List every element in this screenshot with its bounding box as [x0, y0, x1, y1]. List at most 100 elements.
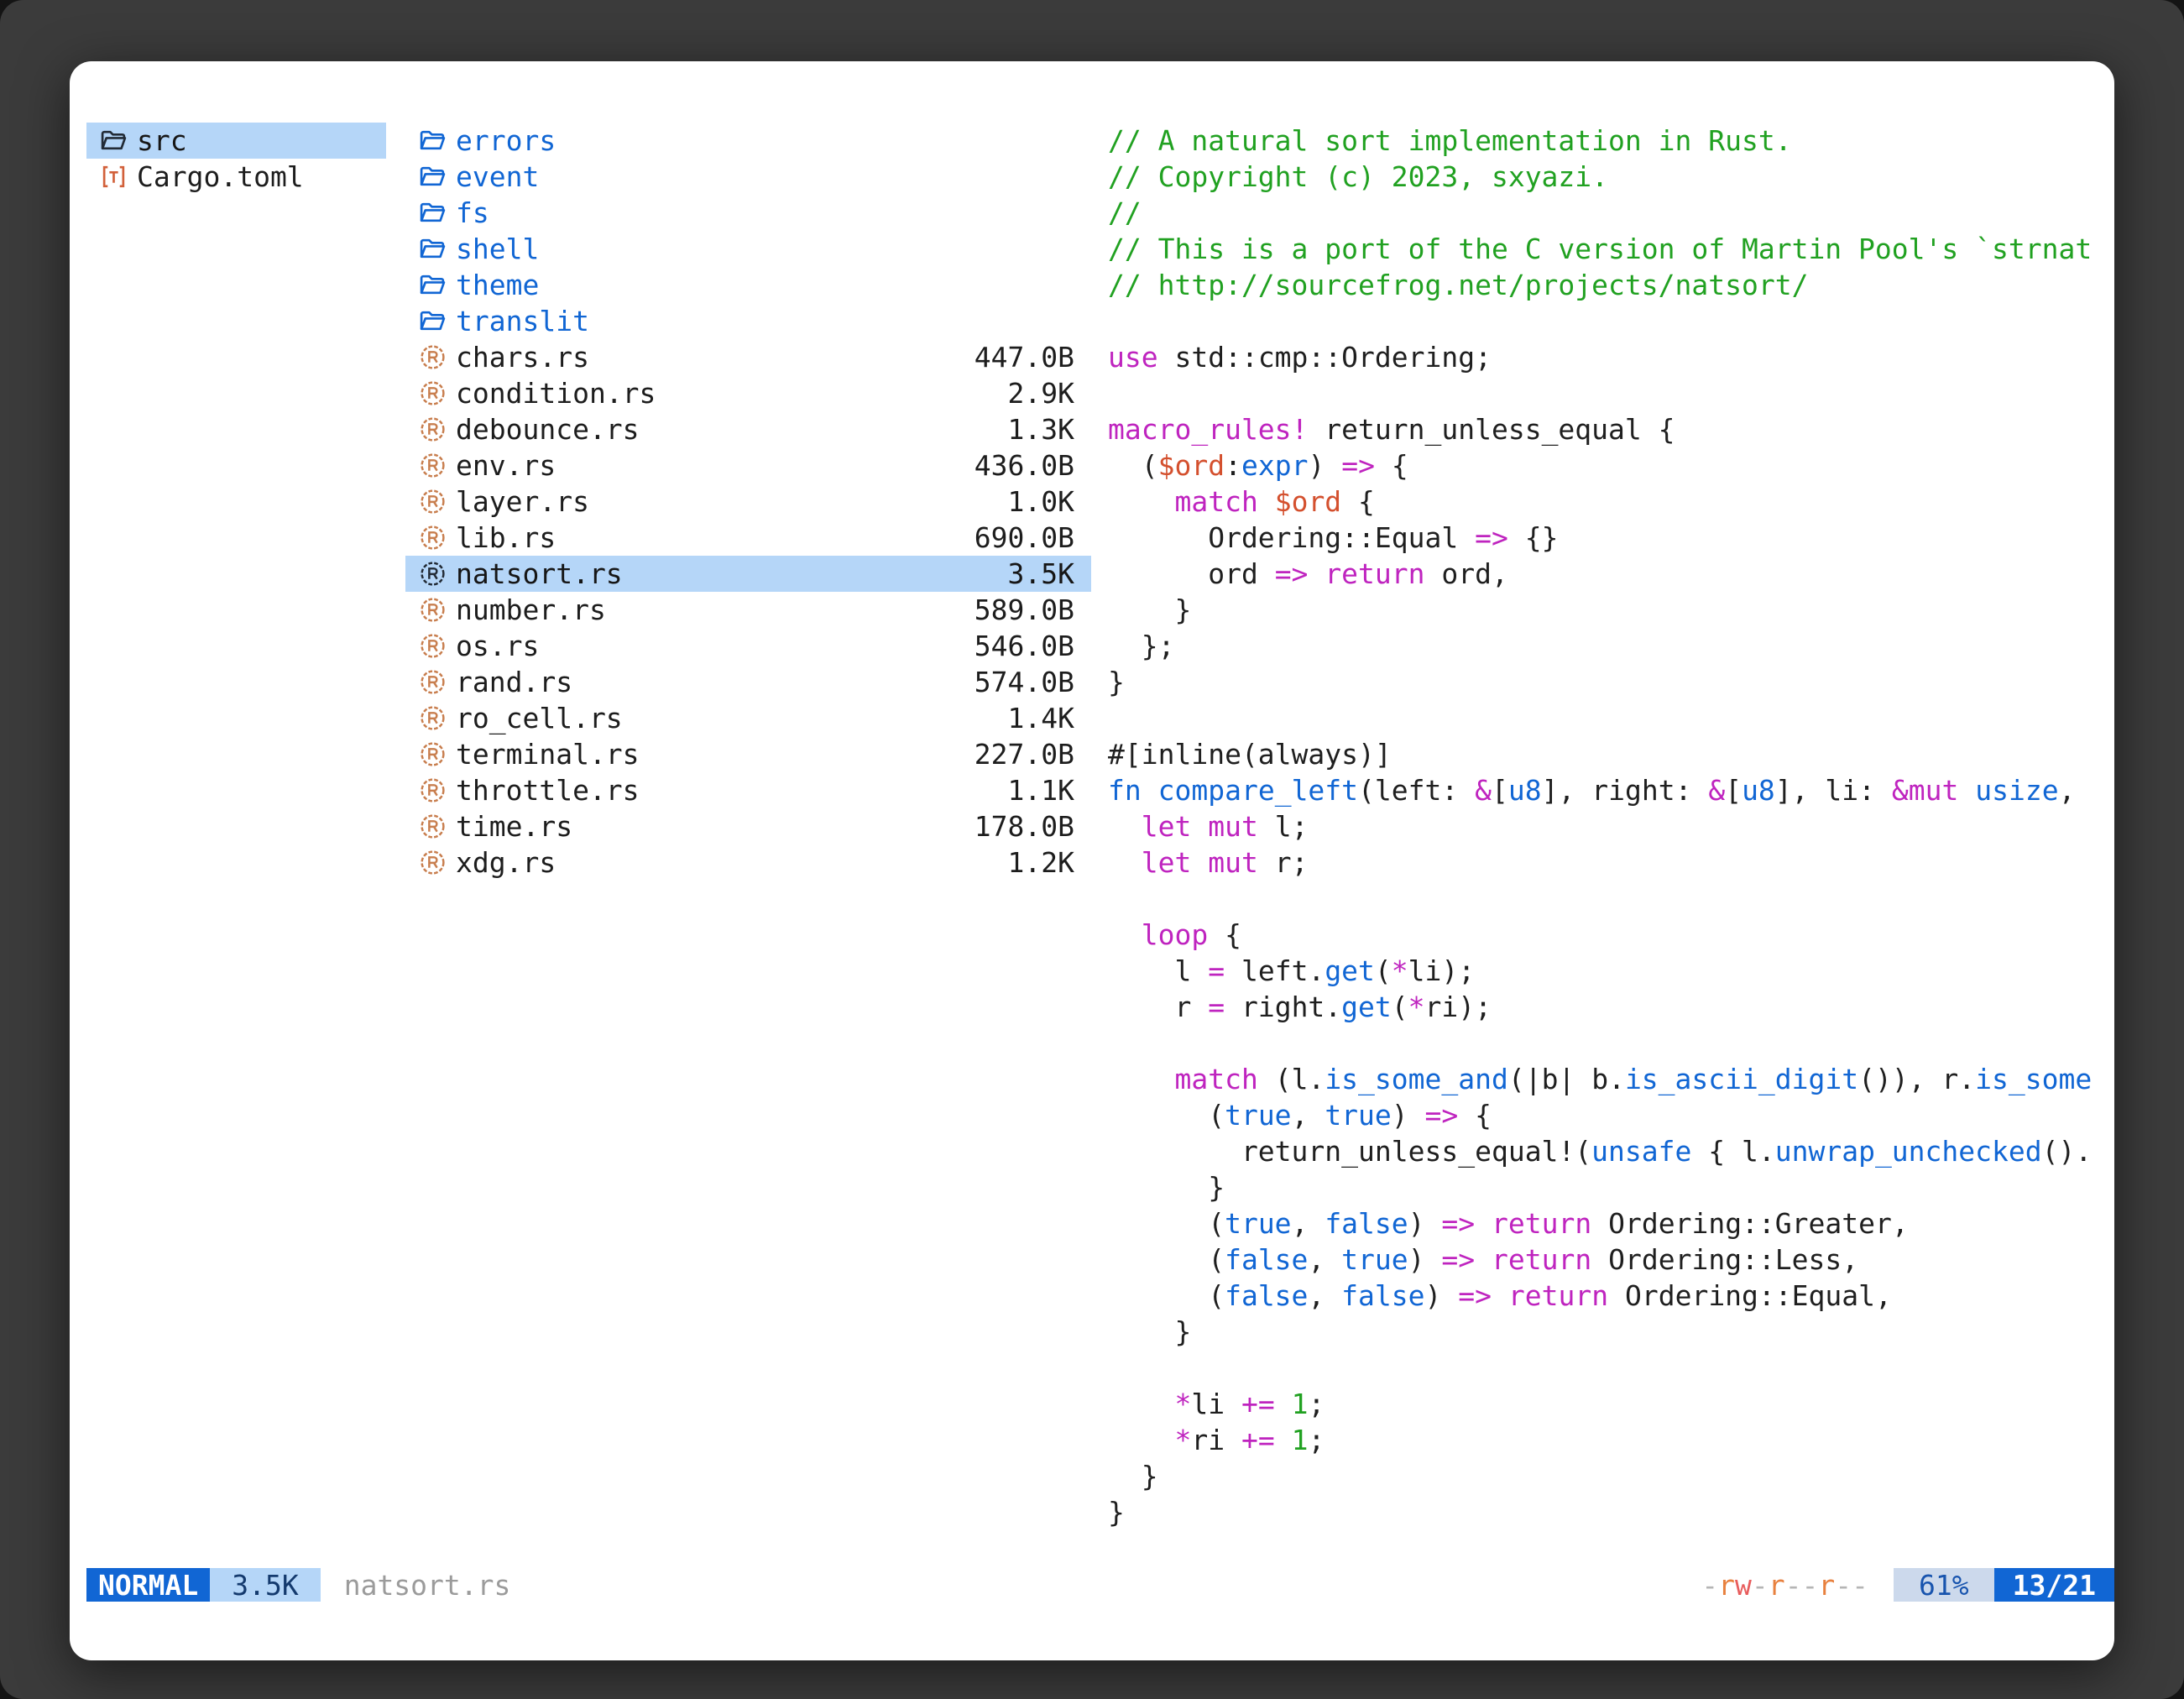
file-size-badge: 3.5K	[210, 1568, 320, 1602]
file-row[interactable]: chars.rs447.0B	[405, 339, 1091, 375]
rust-file-icon	[419, 813, 456, 840]
entry-name: fs	[456, 195, 1074, 231]
code-line: match $ord {	[1108, 484, 2114, 520]
file-row[interactable]: Cargo.toml	[86, 159, 386, 195]
rust-file-icon	[419, 452, 456, 479]
entry-name: number.rs	[456, 592, 974, 628]
code-line: match (l.is_some_and(|b| b.is_ascii_digi…	[1108, 1061, 2114, 1097]
code-line: //	[1108, 195, 2114, 231]
entry-size: 2.9K	[1008, 375, 1074, 411]
file-row[interactable]: debounce.rs1.3K	[405, 411, 1091, 447]
file-row[interactable]: time.rs178.0B	[405, 808, 1091, 844]
dir-row[interactable]: translit	[405, 303, 1091, 339]
desktop-background: srcCargo.toml errorseventfsshellthemetra…	[0, 0, 2184, 1699]
code-line: // Copyright (c) 2023, sxyazi.	[1108, 159, 2114, 195]
file-row[interactable]: condition.rs2.9K	[405, 375, 1091, 411]
status-bar-left: NORMAL 3.5K natsort.rs	[86, 1568, 510, 1602]
rust-file-icon	[419, 849, 456, 876]
entry-name: translit	[456, 303, 1074, 339]
file-row[interactable]: natsort.rs3.5K	[405, 556, 1091, 592]
rust-file-icon	[419, 524, 456, 552]
code-line: (false, true) => return Ordering::Less,	[1108, 1242, 2114, 1278]
code-line: return_unless_equal!(unsafe { l.unwrap_u…	[1108, 1133, 2114, 1169]
code-line: (true, false) => return Ordering::Greate…	[1108, 1205, 2114, 1242]
entry-size: 589.0B	[974, 592, 1074, 628]
dir-row[interactable]: src	[86, 123, 386, 159]
toml-file-icon	[100, 163, 137, 191]
entry-name: debounce.rs	[456, 411, 1008, 447]
entry-name: time.rs	[456, 808, 974, 844]
entry-name: xdg.rs	[456, 844, 1008, 881]
entry-name: layer.rs	[456, 484, 1008, 520]
status-bar: NORMAL 3.5K natsort.rs -rw-r--r-- 61% 13…	[86, 1568, 2114, 1602]
entry-size: 1.2K	[1008, 844, 1074, 881]
preview-panel: // A natural sort implementation in Rust…	[1108, 123, 2114, 1530]
folder-icon	[419, 271, 456, 299]
mode-badge: NORMAL	[86, 1568, 210, 1602]
parent-panel: srcCargo.toml	[86, 123, 386, 195]
code-line: *li += 1;	[1108, 1386, 2114, 1422]
code-line	[1108, 700, 2114, 736]
code-line: use std::cmp::Ordering;	[1108, 339, 2114, 375]
dir-row[interactable]: fs	[405, 195, 1091, 231]
folder-icon	[100, 127, 137, 154]
entry-size: 546.0B	[974, 628, 1074, 664]
rust-file-icon	[419, 740, 456, 768]
rust-file-icon	[419, 488, 456, 515]
code-line: macro_rules! return_unless_equal {	[1108, 411, 2114, 447]
code-line: let mut r;	[1108, 844, 2114, 881]
entry-name: ro_cell.rs	[456, 700, 1008, 736]
entry-name: theme	[456, 267, 1074, 303]
code-line	[1108, 1350, 2114, 1386]
file-row[interactable]: terminal.rs227.0B	[405, 736, 1091, 772]
code-line: l = left.get(*li);	[1108, 953, 2114, 989]
status-filename: natsort.rs	[344, 1569, 511, 1602]
dir-row[interactable]: shell	[405, 231, 1091, 267]
cursor-position-badge: 13/21	[1994, 1568, 2114, 1602]
folder-icon	[419, 199, 456, 227]
code-line: // This is a port of the C version of Ma…	[1108, 231, 2114, 267]
rust-file-icon	[419, 560, 456, 588]
entry-name: errors	[456, 123, 1074, 159]
file-row[interactable]: env.rs436.0B	[405, 447, 1091, 484]
current-panel: errorseventfsshellthemetranslitchars.rs4…	[405, 123, 1091, 881]
rust-file-icon	[419, 632, 456, 660]
code-line: ord => return ord,	[1108, 556, 2114, 592]
file-row[interactable]: ro_cell.rs1.4K	[405, 700, 1091, 736]
file-row[interactable]: xdg.rs1.2K	[405, 844, 1091, 881]
code-line	[1108, 375, 2114, 411]
entry-name: lib.rs	[456, 520, 974, 556]
code-line: (true, true) => {	[1108, 1097, 2114, 1133]
permissions-text: -rw-r--r--	[1701, 1569, 1868, 1602]
file-row[interactable]: rand.rs574.0B	[405, 664, 1091, 700]
entry-name: os.rs	[456, 628, 974, 664]
folder-icon	[419, 307, 456, 335]
status-bar-right: -rw-r--r-- 61% 13/21	[1701, 1568, 2114, 1602]
folder-icon	[419, 235, 456, 263]
code-line: // http://sourcefrog.net/projects/natsor…	[1108, 267, 2114, 303]
file-row[interactable]: number.rs589.0B	[405, 592, 1091, 628]
dir-row[interactable]: theme	[405, 267, 1091, 303]
entry-name: throttle.rs	[456, 772, 1008, 808]
code-line	[1108, 1025, 2114, 1061]
file-row[interactable]: throttle.rs1.1K	[405, 772, 1091, 808]
file-row[interactable]: lib.rs690.0B	[405, 520, 1091, 556]
entry-name: Cargo.toml	[137, 159, 369, 195]
entry-name: natsort.rs	[456, 556, 1008, 592]
entry-name: terminal.rs	[456, 736, 974, 772]
file-row[interactable]: os.rs546.0B	[405, 628, 1091, 664]
code-line: }	[1108, 592, 2114, 628]
rust-file-icon	[419, 596, 456, 624]
dir-row[interactable]: event	[405, 159, 1091, 195]
file-row[interactable]: layer.rs1.0K	[405, 484, 1091, 520]
scroll-percent-badge: 61%	[1894, 1568, 1994, 1602]
entry-size: 1.1K	[1008, 772, 1074, 808]
code-line: #[inline(always)]	[1108, 736, 2114, 772]
entry-name: rand.rs	[456, 664, 974, 700]
rust-file-icon	[419, 776, 456, 804]
entry-size: 447.0B	[974, 339, 1074, 375]
dir-row[interactable]: errors	[405, 123, 1091, 159]
entry-size: 1.0K	[1008, 484, 1074, 520]
code-line: }	[1108, 1458, 2114, 1494]
entry-name: event	[456, 159, 1074, 195]
